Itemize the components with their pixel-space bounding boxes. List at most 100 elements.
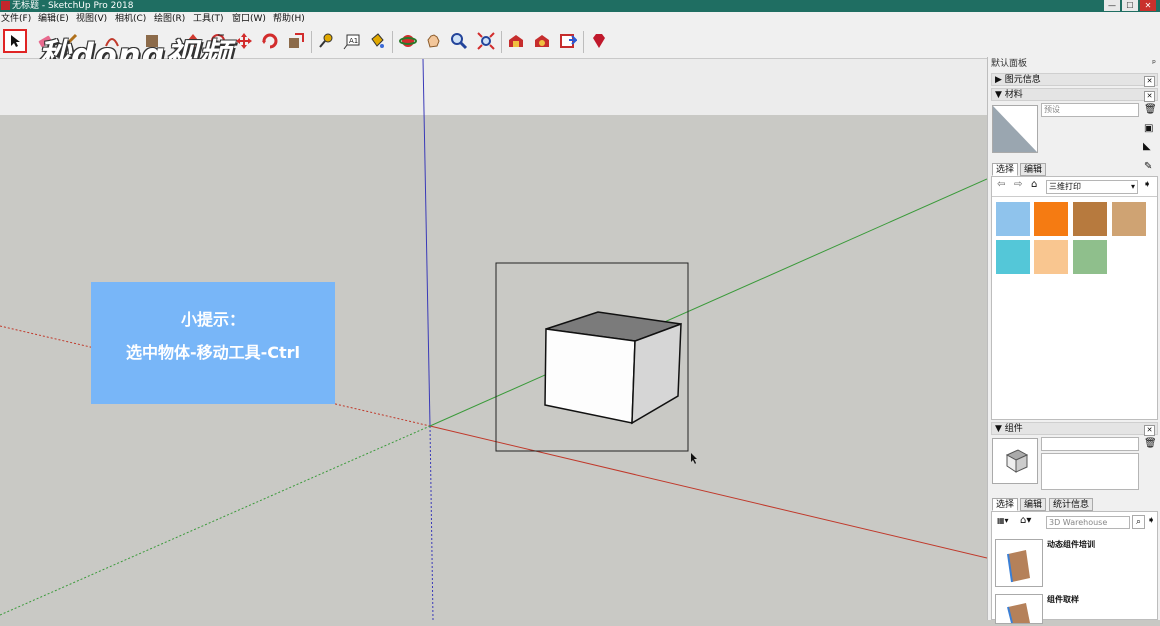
text-icon[interactable]: A1	[340, 29, 364, 53]
svg-text:A1: A1	[349, 37, 358, 45]
green-axis	[429, 178, 987, 427]
tray-title-text: 默认面板	[991, 59, 1028, 69]
tape-measure-icon[interactable]	[314, 29, 338, 53]
component-item-name[interactable]: 组件取样	[1047, 594, 1079, 605]
materials-header[interactable]: ▼ 材料 ✕	[991, 88, 1158, 102]
orbit-icon[interactable]	[396, 29, 420, 53]
material-swatch[interactable]	[1033, 239, 1069, 275]
paint-bucket-icon[interactable]	[365, 29, 389, 53]
entity-info-label: 图元信息	[1004, 75, 1041, 85]
pan-icon[interactable]	[422, 29, 446, 53]
red-axis	[429, 425, 987, 559]
menu-window[interactable]: 窗口(W)	[232, 12, 266, 26]
material-swatch[interactable]	[1033, 201, 1069, 237]
material-swatch[interactable]	[1072, 239, 1108, 275]
title-bar: 无标题 - SketchUp Pro 2018 — ☐ ✕	[0, 0, 1160, 12]
mouse-cursor-icon	[691, 453, 697, 464]
menu-camera[interactable]: 相机(C)	[115, 12, 146, 26]
collection-dropdown[interactable]: 三维打印 ▾	[1046, 180, 1138, 194]
select-arrow-icon[interactable]	[3, 29, 27, 53]
back-arrow-icon[interactable]: ⇦	[997, 179, 1005, 191]
menu-bar: 文件(F) 编辑(E) 视图(V) 相机(C) 绘图(R) 工具(T) 窗口(W…	[0, 12, 1160, 26]
chevron-down-icon: ▾	[1130, 182, 1135, 191]
pin-icon[interactable]: ᵖ	[1152, 58, 1156, 71]
home-icon[interactable]: ⌂▾	[1020, 515, 1031, 527]
toolbar-separator	[392, 31, 393, 53]
cube-side-face[interactable]	[631, 322, 682, 425]
details-arrow-icon[interactable]: ➧	[1143, 179, 1151, 191]
material-name-field[interactable]: 预设	[1041, 103, 1139, 117]
close-icon[interactable]: ✕	[1144, 91, 1155, 102]
material-swatch[interactable]	[995, 201, 1031, 237]
view-options-icon[interactable]: ▦▾	[997, 515, 1009, 527]
menu-help[interactable]: 帮助(H)	[273, 12, 305, 26]
default-tray: 默认面板 ᵖ ▶ 图元信息 ✕ ▼ 材料 ✕ 预设 🗑 ▣ ◣ 选择 编辑 ✎ …	[987, 57, 1160, 624]
material-swatch[interactable]	[1111, 201, 1147, 237]
toolbar-separator	[583, 31, 584, 53]
warehouse-search-input[interactable]: 3D Warehouse	[1046, 516, 1130, 529]
material-swatch[interactable]	[995, 239, 1031, 275]
materials-panel: ⇦ ⇨ ⌂ 三维打印 ▾ ➧	[991, 176, 1158, 420]
component-description-field[interactable]	[1041, 453, 1139, 490]
component-name-field[interactable]	[1041, 437, 1139, 451]
tab-select[interactable]: 选择	[992, 498, 1019, 511]
window-controls: — ☐ ✕	[1104, 0, 1156, 11]
component-preview	[992, 438, 1038, 484]
blue-axis-negative	[429, 425, 434, 620]
tip-box: 小提示： 选中物体-移动工具-Ctrl	[91, 282, 335, 404]
eyedropper-icon[interactable]: ✎	[1144, 161, 1152, 173]
green-axis-negative	[0, 425, 431, 616]
component-save-icon[interactable]: 🗑	[1144, 438, 1157, 450]
scale-icon[interactable]	[284, 29, 308, 53]
zoom-extents-icon[interactable]	[474, 29, 498, 53]
cube-front-face[interactable]	[544, 328, 636, 424]
toolbar-separator	[311, 31, 312, 53]
tip-title: 小提示：	[180, 310, 245, 329]
tab-edit[interactable]: 编辑	[1020, 163, 1047, 176]
extension-warehouse-icon[interactable]	[530, 29, 554, 53]
material-swatch[interactable]	[1072, 201, 1108, 237]
modeling-viewport[interactable]: 小提示： 选中物体-移动工具-Ctrl	[0, 59, 987, 620]
menu-draw[interactable]: 绘图(R)	[154, 12, 185, 26]
entity-info-header[interactable]: ▶ 图元信息 ✕	[991, 73, 1158, 87]
tip-text: 选中物体-移动工具-Ctrl	[125, 343, 301, 362]
menu-edit[interactable]: 编辑(E)	[38, 12, 69, 26]
components-header[interactable]: ▼ 组件 ✕	[991, 422, 1158, 436]
components-label: 组件	[1004, 424, 1023, 434]
ruby-icon[interactable]	[587, 29, 611, 53]
layout-icon[interactable]	[556, 29, 580, 53]
close-icon[interactable]: ✕	[1144, 425, 1155, 436]
menu-file[interactable]: 文件(F)	[1, 12, 31, 26]
search-icon[interactable]: ⌕	[1132, 515, 1145, 529]
zoom-icon[interactable]	[447, 29, 471, 53]
minimize-icon[interactable]: —	[1104, 0, 1120, 11]
material-cube-icon[interactable]: ▣	[1144, 123, 1153, 135]
move-icon[interactable]	[232, 29, 256, 53]
components-panel: ▦▾ ⌂▾ 3D Warehouse ⌕ ➧ 动态组件培训 组件取样	[991, 511, 1158, 624]
create-material-icon[interactable]: 🗑	[1144, 104, 1157, 116]
tab-edit[interactable]: 编辑	[1020, 498, 1047, 511]
tab-statistics[interactable]: 统计信息	[1049, 498, 1094, 511]
forward-arrow-icon[interactable]: ⇨	[1014, 179, 1022, 191]
details-arrow-icon[interactable]: ➧	[1147, 515, 1155, 527]
collapse-down-icon: ▼	[995, 90, 1002, 100]
menu-tools[interactable]: 工具(T)	[193, 12, 224, 26]
collection-dropdown-value: 三维打印	[1049, 182, 1081, 191]
home-icon[interactable]: ⌂	[1031, 179, 1037, 191]
material-preview	[992, 105, 1038, 153]
tab-select[interactable]: 选择	[992, 163, 1019, 176]
rotate-icon[interactable]	[258, 29, 282, 53]
tray-title: 默认面板 ᵖ	[991, 58, 1158, 71]
warehouse-icon[interactable]	[504, 29, 528, 53]
close-icon[interactable]: ✕	[1144, 76, 1155, 87]
expand-right-icon: ▶	[995, 75, 1002, 85]
close-icon[interactable]: ✕	[1140, 0, 1156, 11]
menu-view[interactable]: 视图(V)	[76, 12, 107, 26]
component-item-name[interactable]: 动态组件培训	[1047, 539, 1095, 550]
divider	[992, 196, 1157, 197]
sketchup-app-icon	[1, 1, 10, 10]
maximize-icon[interactable]: ☐	[1122, 0, 1138, 11]
window-title: 无标题 - SketchUp Pro 2018	[12, 1, 134, 11]
component-thumbnail[interactable]	[995, 539, 1043, 587]
sample-paint-icon[interactable]: ◣	[1143, 141, 1151, 153]
